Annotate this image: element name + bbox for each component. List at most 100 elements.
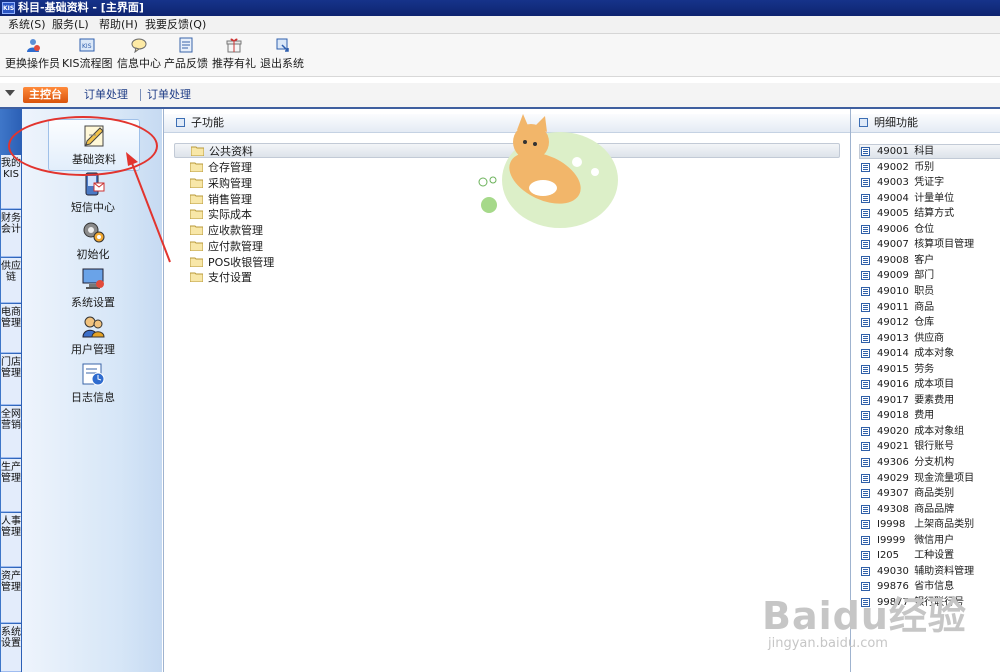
- detail-item[interactable]: 49016 成本项目: [861, 377, 955, 392]
- detail-item[interactable]: 49017 要素费用: [861, 393, 954, 408]
- flowchart-button[interactable]: KIS KIS流程图: [62, 37, 112, 71]
- detail-item[interactable]: 49012 仓库: [861, 315, 934, 330]
- detail-code: 49308: [877, 503, 909, 515]
- product-feedback-button[interactable]: 产品反馈: [164, 37, 208, 71]
- kis-app-icon: KIS: [2, 2, 15, 14]
- detail-item[interactable]: 49004 计量单位: [861, 191, 954, 206]
- exit-system-button[interactable]: 退出系统: [260, 37, 304, 71]
- chevron-down-icon[interactable]: [5, 90, 15, 96]
- document-icon: [861, 271, 870, 281]
- detail-item[interactable]: 49007 核算项目管理: [861, 237, 975, 252]
- nav-basic-data[interactable]: 基础资料: [48, 119, 140, 171]
- detail-name: 科目: [914, 146, 935, 157]
- folder-actual-cost[interactable]: 实际成本: [190, 207, 252, 222]
- detail-item[interactable]: I9998 上架商品类别: [861, 517, 974, 532]
- menu-help[interactable]: 帮助(H): [99, 17, 138, 32]
- detail-item[interactable]: 49011 商品: [861, 300, 934, 315]
- vtab-supply-chain[interactable]: 供应链: [1, 258, 21, 303]
- message-center-button[interactable]: 信息中心: [117, 37, 161, 71]
- folder-inventory[interactable]: 仓存管理: [190, 160, 252, 175]
- message-icon: [131, 38, 147, 53]
- detail-item[interactable]: 49029 现金流量项目: [861, 471, 974, 486]
- document-icon: [861, 240, 870, 250]
- folder-purchase[interactable]: 采购管理: [190, 176, 252, 191]
- detail-name: 核算项目管理: [914, 239, 975, 251]
- nav-log-info[interactable]: 日志信息: [48, 361, 138, 405]
- detail-item[interactable]: 99876 省市信息: [861, 579, 954, 594]
- folder-payables[interactable]: 应付款管理: [190, 239, 263, 254]
- detail-code: 49002: [877, 161, 909, 173]
- detail-item[interactable]: 49306 分支机构: [861, 455, 954, 470]
- detail-item[interactable]: 49021 银行账号: [861, 439, 954, 454]
- folder-sales[interactable]: 销售管理: [190, 192, 252, 207]
- vtab-marketing[interactable]: 全网营销: [1, 406, 21, 458]
- document-icon: [861, 597, 870, 607]
- detail-item[interactable]: I9999 微信用户: [861, 533, 954, 548]
- svg-text:KIS: KIS: [82, 43, 92, 50]
- folder-icon: [191, 146, 204, 156]
- vtab-assets[interactable]: 资产管理: [1, 568, 21, 623]
- vtab-hr[interactable]: 人事管理: [1, 513, 21, 567]
- detail-code: I205: [877, 550, 900, 562]
- folder-payment-settings[interactable]: 支付设置: [190, 270, 252, 285]
- detail-name: 商品品牌: [914, 503, 955, 515]
- folder-pos[interactable]: POS收银管理: [190, 255, 274, 270]
- detail-item[interactable]: 49018 费用: [861, 408, 934, 423]
- detail-code: 49016: [877, 379, 909, 391]
- detail-item[interactable]: 49005 结算方式: [861, 206, 954, 221]
- tab-main-console[interactable]: 主控台: [23, 87, 68, 103]
- detail-item[interactable]: 49020 成本对象组: [861, 424, 964, 439]
- detail-name: 成本项目: [914, 379, 955, 391]
- panel-header-icon: [176, 117, 185, 127]
- switch-user-button[interactable]: 更换操作员: [5, 37, 60, 71]
- document-icon: [861, 162, 870, 172]
- detail-item[interactable]: 49009 部门: [861, 268, 934, 283]
- folder-receivables[interactable]: 应收款管理: [190, 223, 263, 238]
- detail-item[interactable]: 49014 成本对象: [861, 346, 954, 361]
- vtab-production[interactable]: 生产管理: [1, 459, 21, 512]
- detail-item[interactable]: 49001 科目: [861, 144, 935, 159]
- detail-item[interactable]: 49008 客户: [861, 253, 934, 268]
- document-icon: [861, 333, 870, 343]
- detail-code: 49307: [877, 488, 909, 500]
- detail-item[interactable]: 49003 凭证字: [861, 175, 944, 190]
- detail-item[interactable]: 49015 劳务: [861, 362, 934, 377]
- detail-item[interactable]: 49006 仓位: [861, 222, 934, 237]
- vtab-finance[interactable]: 财务会计: [1, 210, 21, 257]
- document-icon: [861, 147, 870, 156]
- detail-code: 49030: [877, 565, 909, 577]
- detail-item[interactable]: 49010 职员: [861, 284, 935, 299]
- folder-icon: [190, 241, 203, 251]
- detail-item[interactable]: 49002 币别: [861, 160, 934, 175]
- detail-item[interactable]: 49307 商品类别: [861, 486, 954, 501]
- menu-service[interactable]: 服务(L): [52, 17, 89, 32]
- detail-code: 99877: [877, 596, 909, 608]
- document-icon: [861, 178, 870, 188]
- folder-icon: [190, 257, 203, 267]
- detail-name: 职员: [914, 285, 935, 297]
- detail-item[interactable]: 99877 银行联行号: [861, 595, 964, 610]
- detail-item[interactable]: 49030 辅助资料管理: [861, 564, 974, 579]
- detail-item[interactable]: I205 工种设置: [861, 548, 955, 563]
- tab-order-processing-2[interactable]: 订单处理: [147, 88, 191, 102]
- nav-system-settings[interactable]: 系统设置: [48, 266, 138, 310]
- vtab-my-kis[interactable]: 我的KIS: [1, 155, 21, 209]
- detail-code: 49004: [877, 192, 909, 204]
- nav-user-management[interactable]: 用户管理: [48, 313, 138, 357]
- basic-data-icon: [84, 125, 104, 147]
- nav-sms-center[interactable]: 短信中心: [48, 171, 138, 215]
- detail-item[interactable]: 49308 商品品牌: [861, 502, 955, 517]
- vtab-system-settings[interactable]: 系统设置: [1, 624, 21, 672]
- document-icon: [861, 255, 870, 265]
- vtab-store[interactable]: 门店管理: [1, 354, 21, 405]
- nav-initialize[interactable]: 初始化: [48, 218, 138, 262]
- detail-name: 工种设置: [914, 550, 955, 562]
- tab-order-processing-1[interactable]: 订单处理: [84, 88, 128, 102]
- referral-gift-button[interactable]: 推荐有礼: [212, 37, 256, 71]
- menu-system[interactable]: 系统(S): [8, 17, 46, 32]
- detail-item[interactable]: 49013 供应商: [861, 331, 944, 346]
- title-bar: KIS 科目-基础资料 - [主界面]: [0, 0, 1000, 16]
- menu-feedback[interactable]: 我要反馈(Q): [145, 17, 206, 32]
- vtab-ecommerce[interactable]: 电商管理: [1, 304, 21, 353]
- document-icon: [861, 582, 870, 592]
